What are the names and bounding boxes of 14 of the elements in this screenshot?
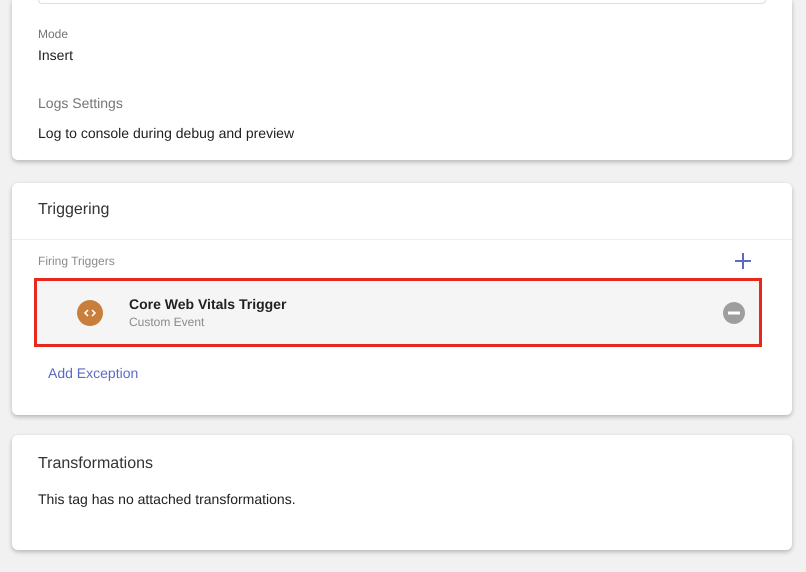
add-exception-link[interactable]: Add Exception	[48, 365, 138, 381]
field-label: Logs Settings	[38, 95, 124, 111]
section-title: Triggering	[12, 183, 792, 240]
remove-icon[interactable]	[723, 302, 745, 324]
firing-triggers-label: Firing Triggers	[38, 254, 115, 268]
trigger-row[interactable]: Core Web Vitals Trigger Custom Event	[34, 278, 762, 347]
section-title: Transformations	[37, 454, 154, 473]
field-value: Log to console during debug and preview	[38, 125, 296, 141]
field-label: Mode	[38, 27, 70, 41]
field-value: Insert	[38, 47, 74, 63]
trigger-type: Custom Event	[129, 315, 206, 329]
trigger-name: Core Web Vitals Trigger	[129, 296, 288, 312]
add-icon[interactable]	[734, 252, 752, 270]
empty-message: This tag has no attached transformations.	[37, 490, 297, 507]
